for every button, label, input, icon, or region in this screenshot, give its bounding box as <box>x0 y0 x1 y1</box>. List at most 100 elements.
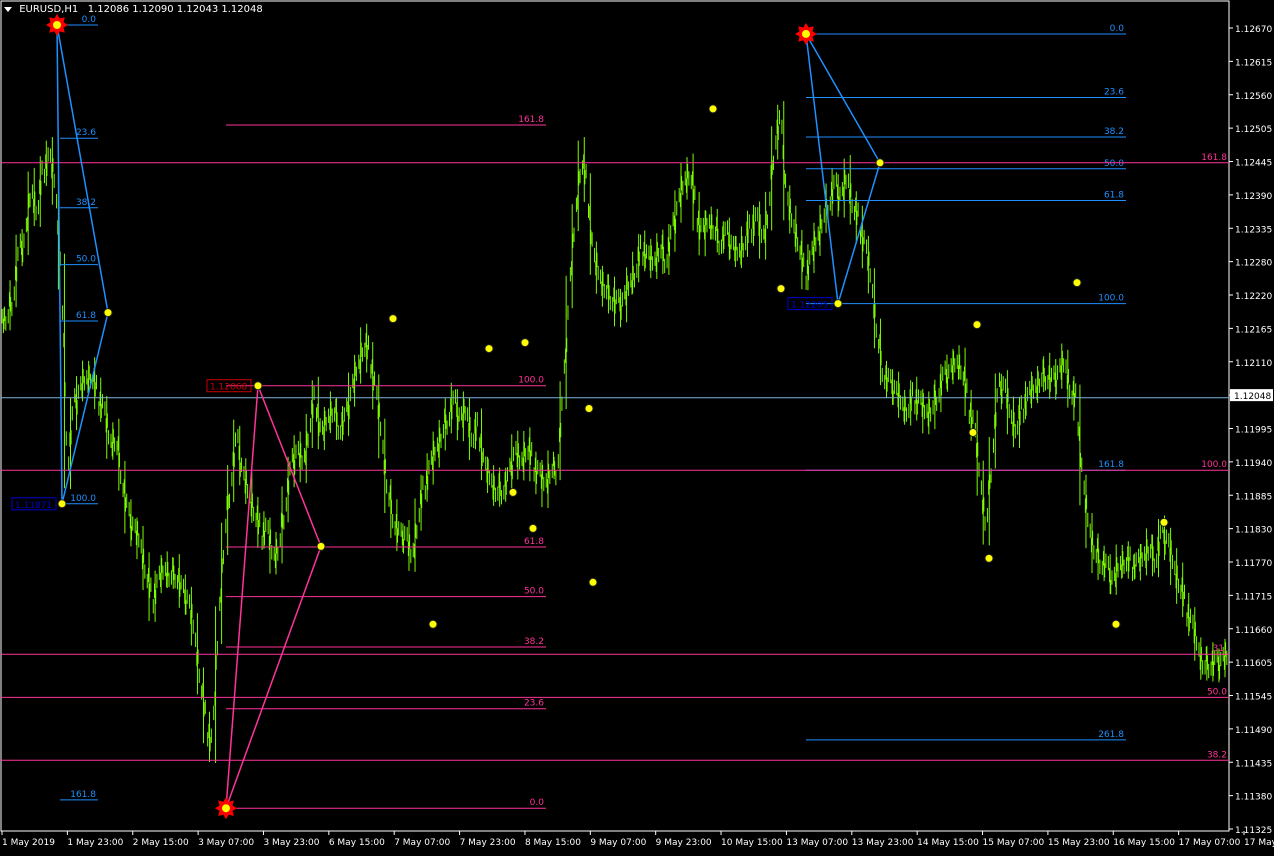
pivot-star-center <box>802 29 810 38</box>
fib-level-label: 61.8 <box>1104 191 1124 201</box>
right-edge-level-label: 31. <box>1213 644 1227 654</box>
fib-level-label: 100.0 <box>518 376 544 386</box>
fib-level-label: 50.0 <box>524 587 544 597</box>
x-tick-label: 9 May 07:00 <box>590 838 646 848</box>
fib-level-label: 38.2 <box>524 637 544 647</box>
pivot-star-center <box>222 804 230 813</box>
x-tick-label: 13 May 07:00 <box>786 838 848 848</box>
fib-level-label: 61.8 <box>524 537 544 547</box>
pivot-dot <box>584 404 594 414</box>
pivot-dot <box>968 427 978 437</box>
pivot-dot <box>388 314 398 324</box>
fib-level-label: 161.8 <box>518 115 544 125</box>
x-tick-label: 15 May 07:00 <box>983 838 1045 848</box>
x-tick-label: 14 May 15:00 <box>917 838 979 848</box>
pivot-dot <box>708 104 718 114</box>
chart-title: EURUSD,H1 1.12086 1.12090 1.12043 1.1204… <box>4 4 263 16</box>
x-tick-label: 3 May 07:00 <box>198 838 254 848</box>
x-tick-label: 9 May 23:00 <box>656 838 712 848</box>
y-tick-label: 1.11545 <box>1235 693 1272 703</box>
fib-level-label: 161.8 <box>70 790 96 800</box>
x-tick-label: 7 May 23:00 <box>460 838 516 848</box>
price-chart[interactable]: 1.12670 1.12615 1.12560 1.12505 1.12445 1.123… <box>0 0 1274 852</box>
chart-area[interactable]: 1.12670 1.12615 1.12560 1.12505 1.12445 1.123… <box>0 0 1274 852</box>
x-tick-label: 10 May 15:00 <box>721 838 783 848</box>
plot-frame <box>0 0 1230 832</box>
pivot-dot <box>508 487 518 497</box>
x-tick-label: 1 May 2019 <box>2 838 55 848</box>
y-tick-label: 1.11490 <box>1235 726 1272 736</box>
right-edge-level-label: 100.0 <box>1201 460 1227 470</box>
y-tick-label: 1.11325 <box>1235 826 1272 836</box>
pivot-dot <box>972 320 982 330</box>
y-tick-label: 1.11995 <box>1235 426 1272 436</box>
right-edge-level-label: 38.2 <box>1207 750 1227 760</box>
pivot-dot <box>588 577 598 587</box>
pivot-dot <box>57 499 67 509</box>
pivot-dot <box>484 344 494 354</box>
pivot-dot <box>776 284 786 294</box>
pivot-dot <box>1111 619 1121 629</box>
fib-level-label: 100.0 <box>70 494 96 504</box>
pivot-star-center <box>53 20 61 29</box>
ohlc-values: 1.12086 1.12090 1.12043 1.12048 <box>87 4 263 15</box>
pivot-dot <box>984 553 994 563</box>
current-price-label: 1.12048 <box>1234 392 1271 402</box>
right-edge-level-label: 161.8 <box>1201 153 1227 163</box>
x-tick-label: 6 May 15:00 <box>329 838 385 848</box>
y-tick-label: 1.12335 <box>1235 225 1272 235</box>
fib-level-label: 0.0 <box>1110 24 1125 34</box>
fib-level-label: 38.2 <box>1104 127 1124 137</box>
x-tick-label: 17 May 07:00 <box>1179 838 1241 848</box>
fib-level-label: 23.6 <box>524 699 544 709</box>
pivot-dot <box>253 381 263 391</box>
y-tick-label: 1.11770 <box>1235 559 1272 569</box>
fib-level-label: 23.6 <box>76 128 96 138</box>
price-tag-label: 1.11871 <box>15 501 52 511</box>
caret-down-icon[interactable] <box>4 6 12 12</box>
y-tick-label: 1.12220 <box>1235 292 1272 302</box>
price-tag-label: 1.12068 <box>210 383 247 393</box>
pivot-dot <box>1072 278 1082 288</box>
pivot-dot <box>1159 517 1169 527</box>
fib-level-label: 23.6 <box>1104 87 1124 97</box>
y-tick-label: 1.12615 <box>1235 58 1272 68</box>
x-tick-label: 3 May 23:00 <box>263 838 319 848</box>
y-tick-label: 1.11830 <box>1235 526 1272 536</box>
right-edge-level-label: 50.0 <box>1207 687 1227 697</box>
fib-level-label: 261.8 <box>1098 730 1124 740</box>
y-tick-label: 1.12505 <box>1235 125 1272 135</box>
x-tick-label: 7 May 07:00 <box>394 838 450 848</box>
pivot-dot <box>316 541 326 551</box>
y-tick-label: 1.12165 <box>1235 325 1272 335</box>
x-tick-label: 16 May 15:00 <box>1113 838 1175 848</box>
fib-level-label: 0.0 <box>530 798 545 808</box>
y-tick-label: 1.12560 <box>1235 92 1272 102</box>
y-tick-label: 1.11605 <box>1235 659 1272 669</box>
y-tick-label: 1.12445 <box>1235 159 1272 169</box>
price-tag-label: 1.12205 <box>791 301 828 311</box>
fib-level-label: 38.2 <box>76 198 96 208</box>
y-tick-label: 1.11940 <box>1235 459 1272 469</box>
x-tick-label: 17 May 23:00 <box>1244 838 1274 848</box>
y-tick-label: 1.11715 <box>1235 592 1272 602</box>
pivot-dot <box>833 299 843 309</box>
fib-level-label: 161.8 <box>1098 460 1124 470</box>
x-tick-label: 1 May 23:00 <box>67 838 123 848</box>
x-tick-label: 15 May 23:00 <box>1048 838 1110 848</box>
pivot-dot <box>103 308 113 318</box>
fib-level-label: 50.0 <box>1104 159 1124 169</box>
fib-level-label: 50.0 <box>76 255 96 265</box>
y-tick-label: 1.12390 <box>1235 192 1272 202</box>
y-tick-label: 1.11885 <box>1235 492 1272 502</box>
pivot-dot <box>520 338 530 348</box>
pivot-dot <box>428 619 438 629</box>
symbol-timeframe: EURUSD,H1 <box>19 4 79 15</box>
y-tick-label: 1.11380 <box>1235 793 1272 803</box>
y-tick-label: 1.11660 <box>1235 626 1272 636</box>
y-tick-label: 1.12280 <box>1235 259 1272 269</box>
y-tick-label: 1.11435 <box>1235 759 1272 769</box>
fib-level-label: 0.0 <box>82 15 97 25</box>
x-tick-label: 2 May 15:00 <box>133 838 189 848</box>
pivot-dot <box>528 523 538 533</box>
